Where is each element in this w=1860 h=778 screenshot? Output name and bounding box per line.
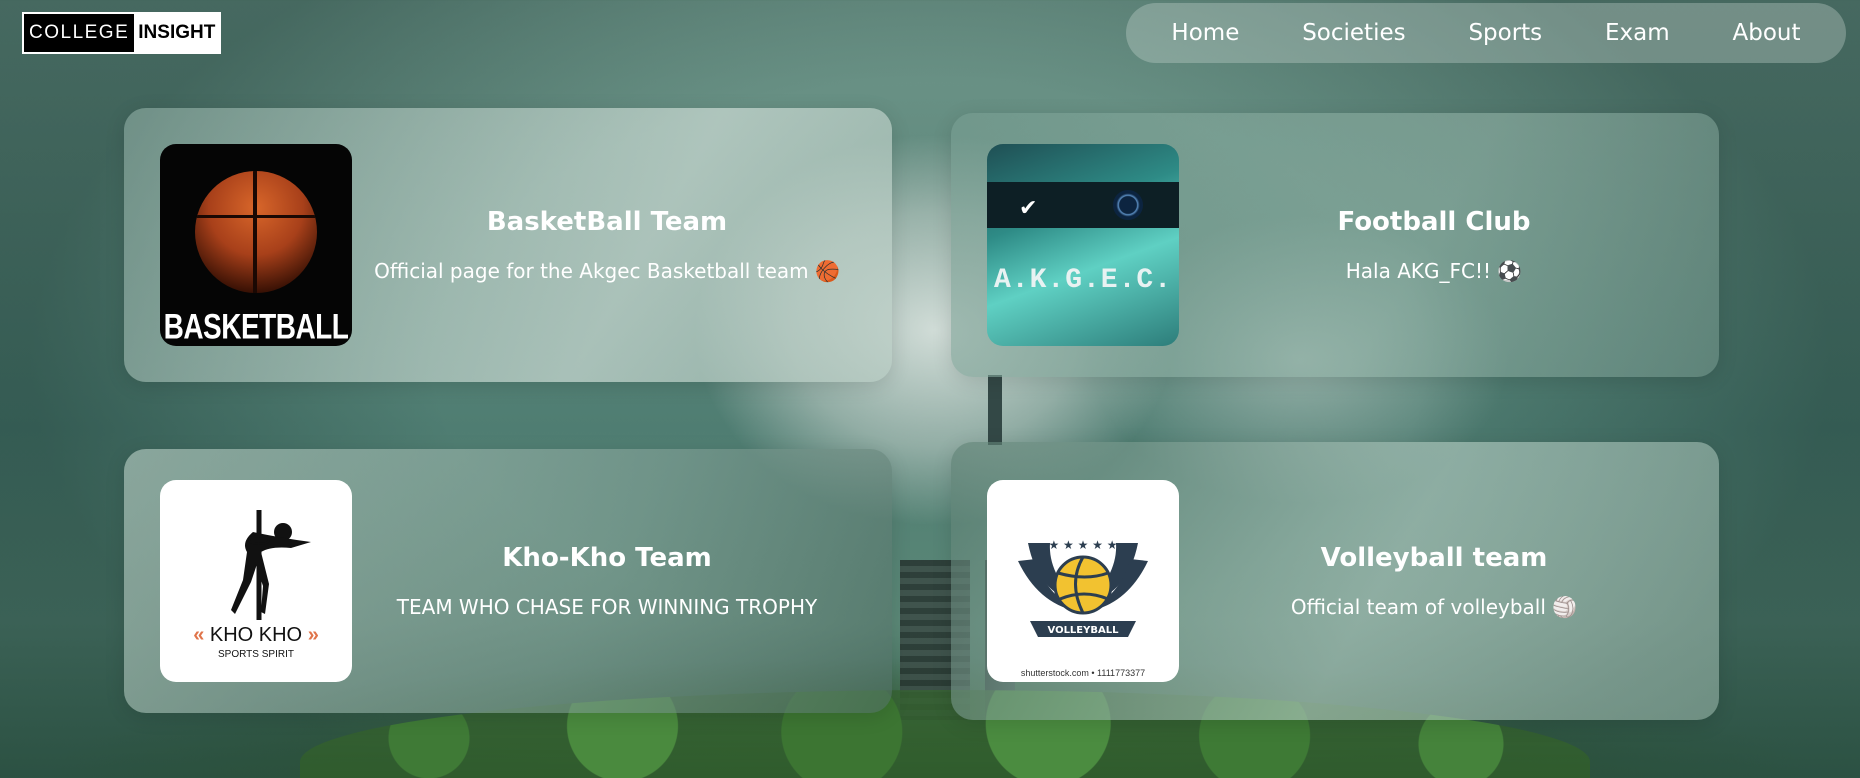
nav-home[interactable]: Home <box>1161 14 1249 52</box>
card-description: Hala AKG_FC!! ⚽ <box>1345 259 1523 283</box>
nav-sports[interactable]: Sports <box>1458 14 1552 52</box>
image-credit: shutterstock.com • 1111773377 <box>1020 668 1146 678</box>
card-basketball[interactable]: BASKETBALL BasketBall Team Official page… <box>124 108 892 382</box>
card-title: Volleyball team <box>1320 543 1548 573</box>
card-title: BasketBall Team <box>486 207 728 237</box>
volleyball-emblem-icon: ★ ★ ★ ★ ★ VOLLEYBALL <box>1018 538 1148 637</box>
khokho-image: « KHO KHO » SPORTS SPIRIT <box>160 480 352 682</box>
jersey-stripe <box>987 182 1179 228</box>
card-volleyball[interactable]: ★ ★ ★ ★ ★ VOLLEYBALL shutterstock.com • … <box>951 442 1719 720</box>
volleyball-image: ★ ★ ★ ★ ★ VOLLEYBALL shutterstock.com • … <box>987 480 1179 682</box>
football-image-text: A.K.G.E.C. <box>993 264 1173 296</box>
svg-text:★ ★ ★ ★ ★: ★ ★ ★ ★ ★ <box>1048 538 1117 552</box>
khokho-wordmark: « KHO KHO » <box>193 624 319 646</box>
card-description: TEAM WHO CHASE FOR WINNING TROPHY <box>396 595 818 619</box>
card-khokho[interactable]: « KHO KHO » SPORTS SPIRIT Kho-Kho Team T… <box>124 449 892 713</box>
khokho-subtext: SPORTS SPIRIT <box>218 649 294 660</box>
background-pole <box>988 375 1002 445</box>
nav-exam[interactable]: Exam <box>1595 14 1680 52</box>
crest-icon <box>1113 190 1143 220</box>
main-nav: Home Societies Sports Exam About <box>1126 3 1846 63</box>
volleyball-image-text: VOLLEYBALL <box>1048 625 1120 636</box>
football-image: ✔ A.K.G.E.C. <box>987 144 1179 346</box>
card-description: Official page for the Akgec Basketball t… <box>374 259 840 283</box>
swoosh-icon: ✔ <box>1019 196 1038 221</box>
site-logo[interactable]: COLLEGE INSIGHT <box>22 12 222 54</box>
runner-icon <box>231 510 311 620</box>
logo-text-college: COLLEGE <box>24 14 135 52</box>
card-title: Football Club <box>1337 207 1531 237</box>
basketball-icon <box>195 171 317 293</box>
basketball-image: BASKETBALL <box>160 144 352 346</box>
nav-about[interactable]: About <box>1723 14 1811 52</box>
basketball-image-text: BASKETBALL <box>163 307 349 346</box>
logo-text-insight: INSIGHT <box>134 14 220 52</box>
nav-societies[interactable]: Societies <box>1292 14 1415 52</box>
khokho-image-text: KHO KHO <box>209 624 303 646</box>
card-description: Official team of volleyball 🏐 <box>1290 595 1578 619</box>
card-football[interactable]: ✔ A.K.G.E.C. Football Club Hala AKG_FC!!… <box>951 113 1719 377</box>
card-title: Kho-Kho Team <box>502 543 712 573</box>
